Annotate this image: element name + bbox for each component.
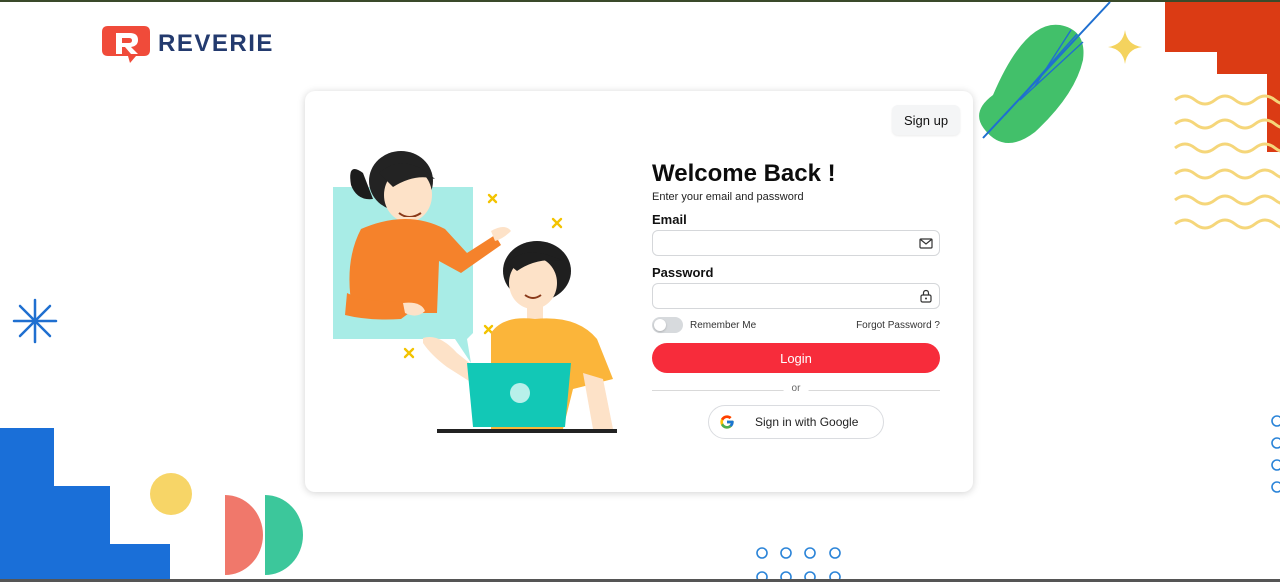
divider-label: or <box>783 383 809 394</box>
forgot-password-link[interactable]: Forgot Password ? <box>856 320 940 331</box>
password-input[interactable] <box>652 283 940 309</box>
tutor-illustration <box>333 151 617 433</box>
remember-row: Remember Me Forgot Password ? <box>652 317 940 333</box>
orange-block-decoration <box>1165 2 1280 230</box>
google-signin-button[interactable]: Sign in with Google <box>708 405 884 439</box>
remember-me-label: Remember Me <box>690 319 757 331</box>
remember-me-toggle[interactable] <box>652 317 683 333</box>
lock-icon <box>920 289 932 303</box>
login-button[interactable]: Login <box>652 343 940 373</box>
dots-decoration <box>756 547 841 582</box>
yellow-circle-decoration <box>150 473 192 515</box>
or-divider: or <box>652 383 940 397</box>
page-subtitle: Enter your email and password <box>652 191 804 203</box>
google-icon <box>720 415 734 429</box>
mail-icon <box>919 238 933 249</box>
google-signin-label: Sign in with Google <box>755 415 859 429</box>
password-field-wrapper <box>652 283 940 309</box>
page-title: Welcome Back ! <box>652 160 836 187</box>
password-label: Password <box>652 265 714 280</box>
dots-right-decoration <box>1271 415 1280 493</box>
blue-steps-decoration <box>0 428 170 582</box>
half-circles-decoration <box>225 495 303 575</box>
asterisk-icon <box>12 298 58 344</box>
remember-me: Remember Me <box>652 317 756 333</box>
email-input[interactable] <box>652 230 940 256</box>
logo-text: REVERIE <box>158 30 274 57</box>
toggle-knob <box>654 319 666 331</box>
logo-mark-icon <box>102 26 150 63</box>
leaf-decoration <box>979 1 1111 144</box>
email-label: Email <box>652 212 687 227</box>
email-field-wrapper <box>652 230 940 256</box>
sparkle-icon <box>1108 30 1142 64</box>
login-form: Welcome Back ! Enter your email and pass… <box>652 159 940 439</box>
reverie-logo[interactable]: REVERIE <box>100 24 274 64</box>
login-card: Sign up Welcome Back ! Enter your email … <box>305 91 973 492</box>
signup-button[interactable]: Sign up <box>892 105 960 135</box>
